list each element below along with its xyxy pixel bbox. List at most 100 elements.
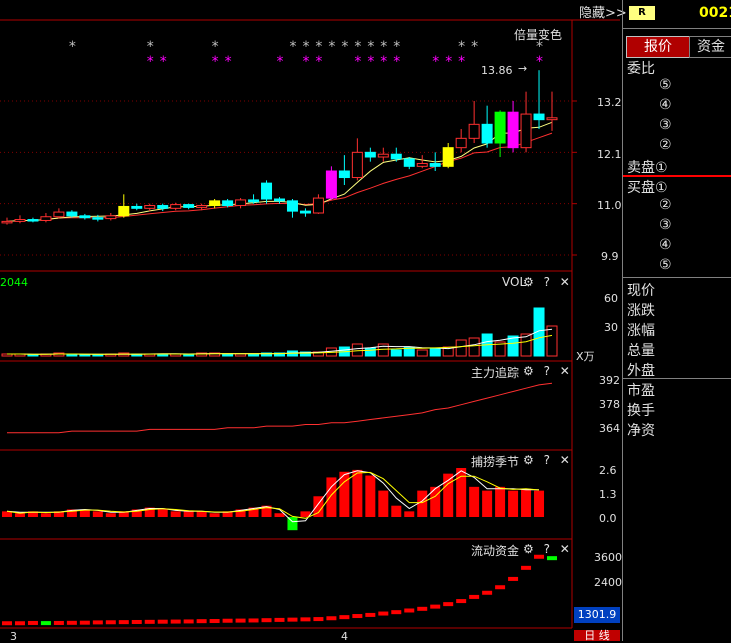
candle xyxy=(312,197,324,214)
season-axis-3: 0.0 xyxy=(599,512,617,525)
season-bar xyxy=(378,490,389,517)
season-bar xyxy=(14,513,25,517)
liquidity-mark xyxy=(547,556,557,561)
price-axis-3: 11.0 xyxy=(597,199,622,212)
candle xyxy=(170,204,182,209)
fund-row-pe: 市盈 xyxy=(627,383,655,399)
season-axis-1: 2.6 xyxy=(599,464,617,477)
liquidity-mark xyxy=(391,610,402,615)
season-bar xyxy=(183,511,194,517)
quote-row-outer: 外盘 xyxy=(627,363,655,379)
candle xyxy=(1,220,13,224)
liquidity-mark xyxy=(417,606,428,611)
liquidity-mark xyxy=(92,620,103,625)
vol-unit: X万 xyxy=(576,350,595,363)
liquidity-mark xyxy=(365,612,376,617)
season-bar xyxy=(391,505,402,517)
candle xyxy=(533,113,545,121)
volume-bar xyxy=(222,353,234,357)
season-bar xyxy=(365,475,376,517)
season-bar xyxy=(404,511,415,517)
mf-axis-1: 392 xyxy=(599,374,620,387)
candle xyxy=(481,123,493,144)
liq-axis-1: 3600 xyxy=(594,551,622,564)
season-bar xyxy=(482,490,493,517)
signal-star-magenta: * xyxy=(302,54,309,70)
liquidity-mark xyxy=(105,620,116,625)
liquidity-mark xyxy=(170,619,181,624)
signal-star-magenta: * xyxy=(147,54,154,70)
liquidity-mark xyxy=(14,621,25,626)
liquidity-mark xyxy=(53,620,64,625)
season-bar xyxy=(40,513,51,517)
signal-star-magenta: * xyxy=(277,54,284,70)
tab-quote[interactable]: 报价 xyxy=(626,36,690,58)
liquidity-mark xyxy=(222,618,233,623)
liquidity-mark xyxy=(456,599,467,604)
volume-bar xyxy=(416,349,428,357)
season-bar xyxy=(105,513,116,517)
signal-star: * xyxy=(289,39,296,55)
season-axis-2: 1.3 xyxy=(599,488,617,501)
candle xyxy=(377,153,389,158)
signal-star: * xyxy=(354,39,361,55)
signal-star-magenta: * xyxy=(445,54,452,70)
signal-star: * xyxy=(328,39,335,55)
season-bar xyxy=(209,513,220,517)
quote-row-price: 现价 xyxy=(627,283,655,299)
season-bar xyxy=(274,513,285,517)
signal-star: * xyxy=(341,39,348,55)
quote-sidebar: R 0021 报价 资金 委比 ⑤ ④ ③ ② 卖盘① 买盘① ② ③ ④ ⑤ … xyxy=(622,0,731,641)
signal-star: * xyxy=(69,39,76,55)
candle xyxy=(14,219,26,222)
main-force-icons[interactable]: ⚙ ? ✕ xyxy=(523,364,573,378)
candle xyxy=(455,137,467,149)
season-bar xyxy=(170,511,181,517)
candle xyxy=(520,113,532,149)
mf-axis-2: 378 xyxy=(599,398,620,411)
liquidity-mark xyxy=(521,565,532,570)
liquidity-mark xyxy=(508,576,519,581)
period-button[interactable]: 日 线 xyxy=(574,630,620,641)
fund-row-turnover: 换手 xyxy=(627,403,655,419)
season-bar xyxy=(157,509,168,517)
liquidity-title: 流动资金 xyxy=(471,544,520,558)
signal-star-magenta: * xyxy=(225,54,232,70)
signal-star: * xyxy=(367,39,374,55)
signal-title: 倍量变色 xyxy=(514,28,563,42)
quote-row-pct: 涨幅 xyxy=(627,323,655,339)
candle xyxy=(261,182,273,200)
candle xyxy=(222,200,234,207)
signal-star-magenta: * xyxy=(432,54,439,70)
liquidity-mark xyxy=(183,619,194,624)
signal-star-magenta: * xyxy=(212,54,219,70)
volume-bar xyxy=(364,347,376,357)
liquidity-mark xyxy=(66,620,77,625)
vol-icons[interactable]: ⚙ ? ✕ xyxy=(523,275,573,289)
price-high-label: 13.86 xyxy=(481,64,513,77)
season-bar xyxy=(508,490,519,517)
liquidity-mark xyxy=(196,619,207,624)
liquidity-mark xyxy=(248,618,259,623)
volume-bar xyxy=(27,354,39,357)
price-axis-4: 9.9 xyxy=(601,250,619,263)
sell-level-2: ② xyxy=(659,137,672,153)
sell-level-3: ③ xyxy=(659,117,672,133)
season-bar xyxy=(196,511,207,517)
sell-level-5: ⑤ xyxy=(659,77,672,93)
tab-funds[interactable]: 资金 xyxy=(689,36,731,58)
hide-button[interactable]: 隐藏>> xyxy=(579,2,627,21)
volume-bar xyxy=(546,325,558,357)
season-icons[interactable]: ⚙ ? ✕ xyxy=(523,453,573,467)
liquidity-mark xyxy=(378,611,389,616)
price-high-arrow: → xyxy=(518,62,528,75)
price-axis-2: 12.1 xyxy=(597,148,622,161)
candle xyxy=(131,205,143,209)
main-force-title: 主力追踪 xyxy=(471,366,520,380)
candle xyxy=(351,151,363,179)
candle xyxy=(235,199,247,207)
vol-axis-2: 30 xyxy=(604,321,618,334)
candle xyxy=(286,200,298,212)
liquidity-icons[interactable]: ⚙ ? ✕ xyxy=(523,542,573,556)
signal-star-magenta: * xyxy=(536,54,543,70)
